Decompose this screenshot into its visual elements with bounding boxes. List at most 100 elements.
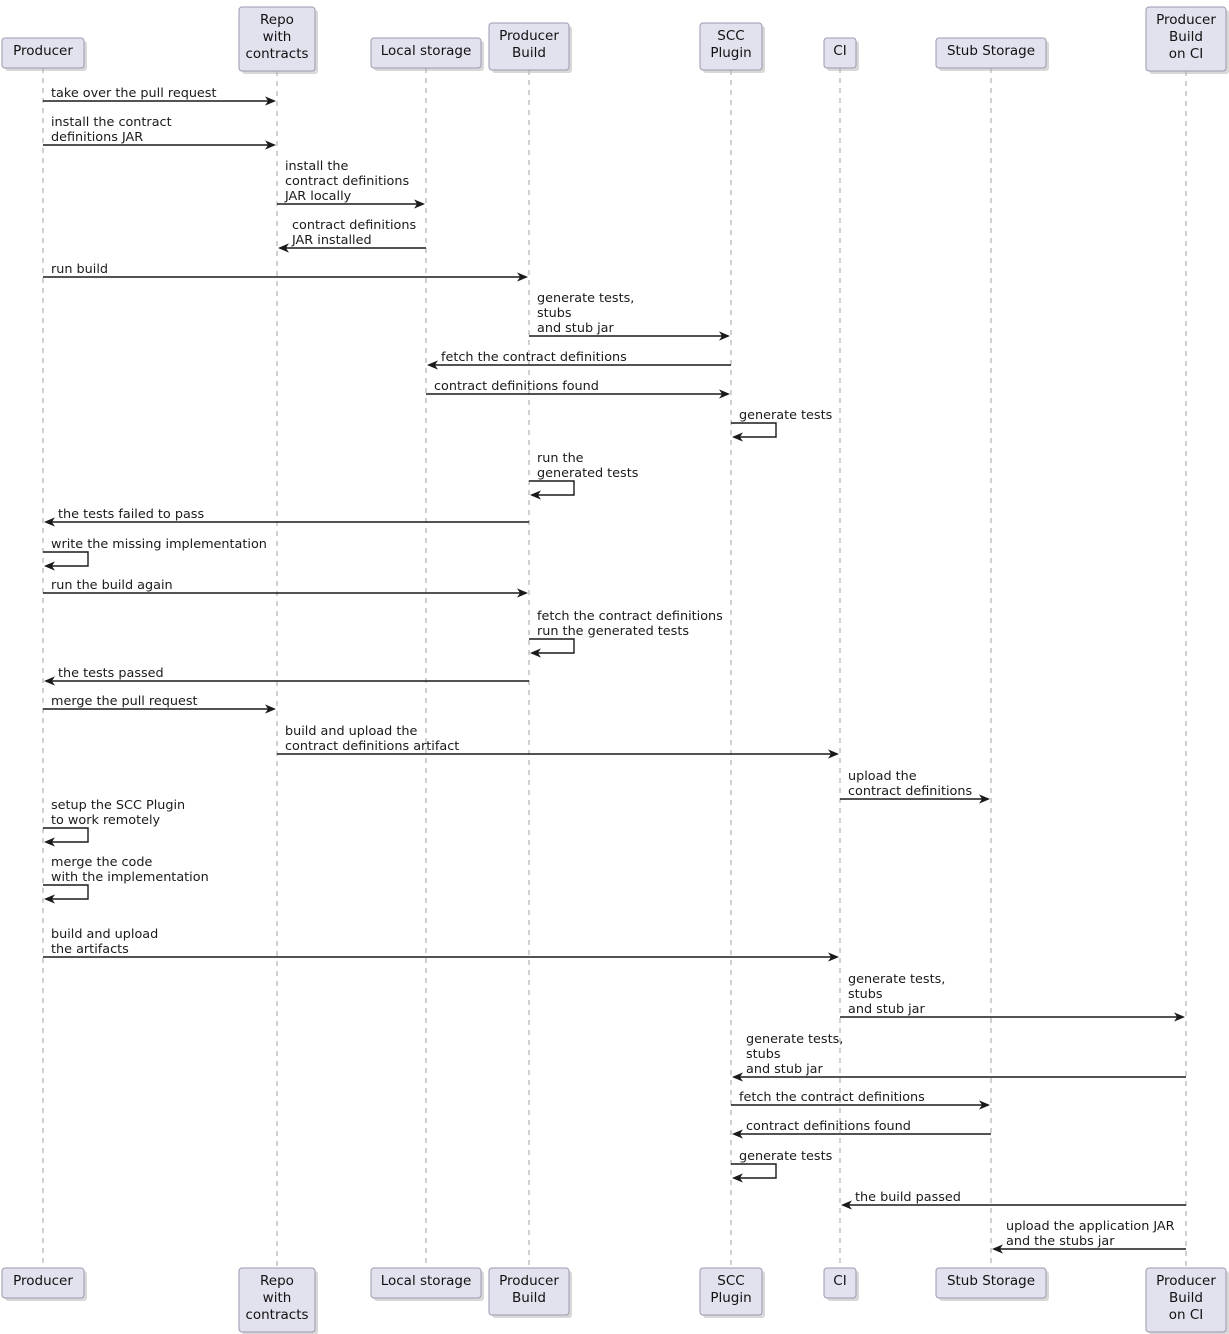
message-9-sccplugin-to-sccplugin[interactable]: generate tests <box>731 408 833 442</box>
participant-box-repo[interactable]: Repowithcontracts <box>238 1267 318 1334</box>
message-label: take over the pull request <box>51 86 217 101</box>
message-label: and the stubs jar <box>1006 1234 1115 1249</box>
participant-label: on CI <box>1169 1307 1204 1323</box>
message-21-producer-to-ci[interactable]: build and uploadthe artifacts <box>43 927 839 962</box>
sequence-diagram-canvas: take over the pull request install the co… <box>1 6 1229 1334</box>
participant-box-sccplugin[interactable]: SCCPlugin <box>699 1267 765 1318</box>
message-20-producer-to-producer[interactable]: merge the codewith the implementation <box>43 855 209 904</box>
message-label: generate tests, <box>848 972 945 987</box>
participant-box-ci[interactable]: CI <box>823 1267 859 1301</box>
participant-box-stubstore[interactable]: Stub Storage <box>935 1267 1049 1301</box>
message-18-ci-to-stubstore[interactable]: upload thecontract definitions <box>840 769 990 804</box>
participant-box-ci[interactable]: CI <box>823 37 859 71</box>
participant-box-repo[interactable]: Repowithcontracts <box>238 6 318 74</box>
participant-box-producer[interactable]: Producer <box>1 37 87 71</box>
participant-label: SCC <box>717 1273 744 1289</box>
participant-label: Producer <box>13 1273 73 1289</box>
message-label: the build passed <box>855 1190 961 1205</box>
message-11-prodbuild-to-producer[interactable]: the tests failed to pass <box>44 507 529 527</box>
message-13-producer-to-prodbuild[interactable]: run the build again <box>43 578 528 598</box>
participant-label: Plugin <box>710 45 751 61</box>
message-2-producer-to-repo[interactable]: install the contractdefinitions JAR <box>43 115 276 150</box>
message-label: generated tests <box>537 466 639 481</box>
message-25-stubstore-to-sccplugin[interactable]: contract definitions found <box>732 1119 991 1139</box>
participant-label: Producer <box>1156 12 1216 28</box>
participant-box-prodbuild[interactable]: ProducerBuild <box>488 22 572 73</box>
message-7-sccplugin-to-localstore[interactable]: fetch the contract definitions <box>427 350 731 370</box>
message-label: merge the pull request <box>51 694 198 709</box>
participant-label: Local storage <box>381 1273 472 1289</box>
participant-label: Plugin <box>710 1290 751 1306</box>
participant-label: Build <box>512 45 546 61</box>
participant-box-stubstore[interactable]: Stub Storage <box>935 37 1049 71</box>
message-label: the tests failed to pass <box>58 507 204 522</box>
message-15-prodbuild-to-producer[interactable]: the tests passed <box>44 666 529 686</box>
message-23-prodbuildci-to-sccplugin[interactable]: generate tests,stubsand stub jar <box>732 1032 1186 1082</box>
message-label: build and upload the <box>285 724 417 739</box>
participant-label: Stub Storage <box>947 1273 1035 1289</box>
message-label: contract definitions found <box>746 1119 911 1134</box>
message-label: setup the SCC Plugin <box>51 798 185 813</box>
message-8-localstore-to-sccplugin[interactable]: contract definitions found <box>426 379 730 399</box>
participant-label: Producer <box>499 1273 559 1289</box>
participant-label: Build <box>1169 29 1203 45</box>
message-label: fetch the contract definitions <box>537 609 723 624</box>
message-16-producer-to-repo[interactable]: merge the pull request <box>43 694 276 714</box>
participant-box-sccplugin[interactable]: SCCPlugin <box>699 22 765 73</box>
actor-boxes-top: Producer Repowithcontracts Local storage Pr… <box>1 6 1229 74</box>
participant-label: Repo <box>260 1273 294 1289</box>
message-label: contract definitions <box>848 784 972 799</box>
message-1-producer-to-repo[interactable]: take over the pull request <box>43 86 276 106</box>
participant-label: Build <box>512 1290 546 1306</box>
participant-label: CI <box>833 1273 846 1289</box>
message-label: stubs <box>746 1047 781 1062</box>
message-label: and stub jar <box>848 1002 926 1017</box>
message-label: JAR locally <box>284 189 352 204</box>
message-12-producer-to-producer[interactable]: write the missing implementation <box>43 537 267 571</box>
message-label: fetch the contract definitions <box>739 1090 925 1105</box>
participant-label: with <box>263 1290 292 1306</box>
message-5-producer-to-prodbuild[interactable]: run build <box>43 262 528 282</box>
message-14-prodbuild-to-prodbuild[interactable]: fetch the contract definitionsrun the ge… <box>529 609 723 658</box>
message-3-repo-to-localstore[interactable]: install thecontract definitionsJAR local… <box>277 159 425 209</box>
message-28-prodbuildci-to-stubstore[interactable]: upload the application JARand the stubs … <box>992 1219 1186 1254</box>
participant-label: CI <box>833 43 846 59</box>
participant-box-prodbuild[interactable]: ProducerBuild <box>488 1267 572 1318</box>
message-26-sccplugin-to-sccplugin[interactable]: generate tests <box>731 1149 833 1183</box>
message-6-prodbuild-to-sccplugin[interactable]: generate tests,stubsand stub jar <box>529 291 730 341</box>
message-label: generate tests, <box>746 1032 843 1047</box>
participant-box-localstore[interactable]: Local storage <box>370 37 484 71</box>
participant-box-prodbuildci[interactable]: ProducerBuildon CI <box>1145 1267 1229 1334</box>
message-label: generate tests <box>739 1149 833 1164</box>
message-label: install the <box>285 159 348 174</box>
message-label: contract definitions artifact <box>285 739 459 754</box>
message-10-prodbuild-to-prodbuild[interactable]: run thegenerated tests <box>529 451 639 500</box>
message-label: run build <box>51 262 108 277</box>
message-label: and stub jar <box>537 321 615 336</box>
participant-label: Build <box>1169 1290 1203 1306</box>
message-label: merge the code <box>51 855 152 870</box>
lifelines-layer <box>42 68 1187 1268</box>
participant-label: contracts <box>245 46 308 62</box>
message-24-sccplugin-to-stubstore[interactable]: fetch the contract definitions <box>731 1090 990 1110</box>
participant-label: Producer <box>1156 1273 1216 1289</box>
participant-label: Local storage <box>381 43 472 59</box>
message-4-localstore-to-repo[interactable]: contract definitionsJAR installed <box>278 218 426 253</box>
message-17-repo-to-ci[interactable]: build and upload thecontract definitions… <box>277 724 839 759</box>
message-22-ci-to-prodbuildci[interactable]: generate tests,stubsand stub jar <box>840 972 1185 1022</box>
message-label: run the build again <box>51 578 173 593</box>
message-label: install the contract <box>51 115 172 130</box>
message-label: run the <box>537 451 584 466</box>
participant-label: Producer <box>499 28 559 44</box>
message-label: to work remotely <box>51 813 161 828</box>
participant-box-prodbuildci[interactable]: ProducerBuildon CI <box>1145 6 1229 74</box>
participant-label: on CI <box>1169 46 1204 62</box>
participant-box-localstore[interactable]: Local storage <box>370 1267 484 1301</box>
message-19-producer-to-producer[interactable]: setup the SCC Pluginto work remotely <box>43 798 185 847</box>
message-label: write the missing implementation <box>51 537 267 552</box>
message-label: contract definitions <box>285 174 409 189</box>
message-label: the artifacts <box>51 942 129 957</box>
sequence-diagram: take over the pull request install the co… <box>0 0 1229 1334</box>
participant-box-producer[interactable]: Producer <box>1 1267 87 1301</box>
message-27-prodbuildci-to-ci[interactable]: the build passed <box>841 1190 1186 1210</box>
